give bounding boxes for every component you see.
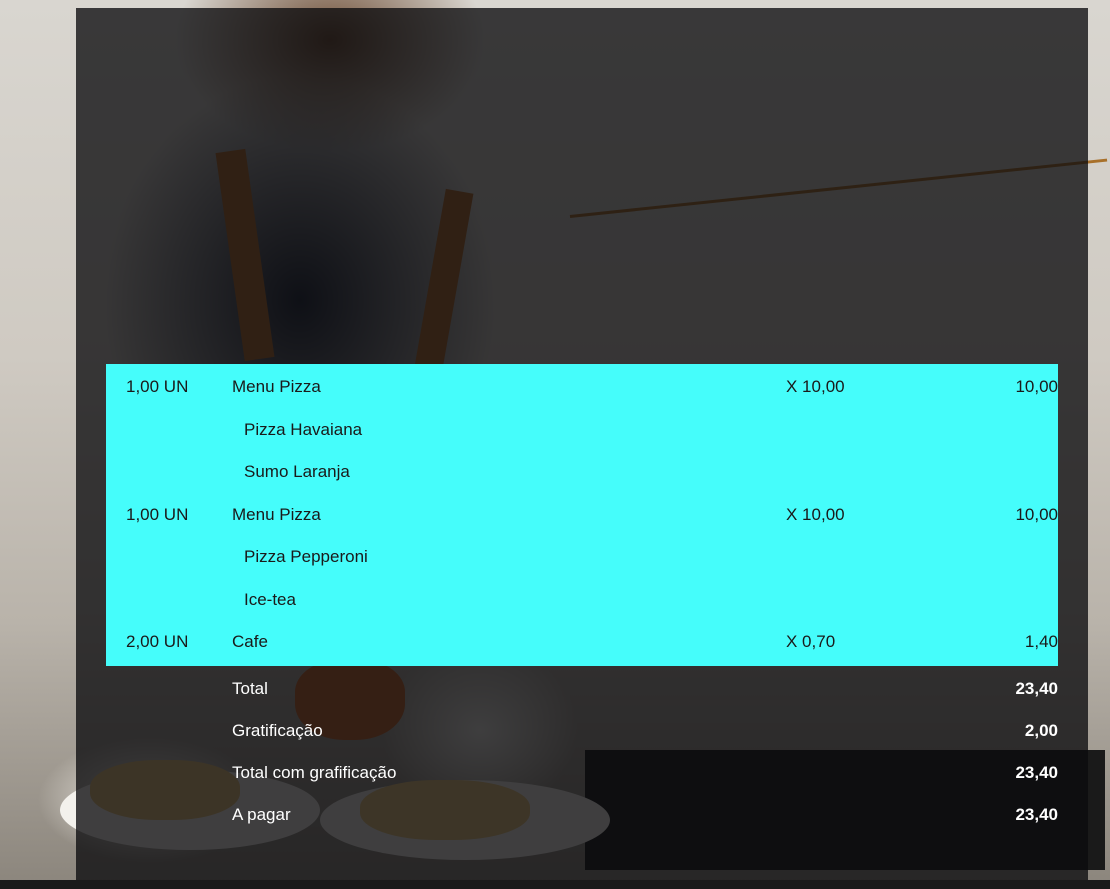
line-unit-price: X 10,00	[786, 504, 845, 524]
bottom-bar	[0, 880, 1110, 889]
receipt-summary: Total 23,40 Gratificação 2,00 Total com …	[106, 666, 1058, 836]
summary-label: Gratificação	[232, 720, 323, 740]
line-unit-price: X 10,00	[786, 377, 845, 396]
order-subitem: Pizza Havaiana	[106, 409, 1058, 452]
order-line[interactable]: 2,00 UN Cafe X 0,70 1,40	[106, 621, 1058, 664]
order-subitem: Sumo Laranja	[106, 451, 1058, 494]
line-unit-price: X 0,70	[786, 632, 836, 651]
order-line[interactable]: 1,00 UN Menu Pizza X 10,00 10,00	[106, 494, 1058, 537]
order-subitem: Ice-tea	[106, 579, 1058, 622]
order-subitem: Pizza Pepperoni	[106, 536, 1058, 579]
subitem-description: Pizza Pepperoni	[244, 547, 368, 566]
summary-value: 23,40	[1015, 804, 1058, 824]
order-items[interactable]: 1,00 UN Menu Pizza X 10,00 10,00 Pizza H…	[106, 364, 1058, 666]
subitem-description: Sumo Laranja	[244, 462, 350, 481]
order-line[interactable]: 1,00 UN Menu Pizza X 10,00 10,00	[106, 366, 1058, 409]
line-quantity: 1,00 UN	[126, 377, 189, 396]
summary-amount-due: A pagar 23,40	[106, 794, 1058, 836]
summary-label: Total com grafificação	[232, 762, 397, 782]
line-total: 10,00	[1015, 377, 1058, 396]
line-quantity: 1,00 UN	[126, 504, 189, 524]
summary-label: Total	[232, 678, 268, 698]
summary-value: 23,40	[1015, 762, 1058, 782]
summary-total: Total 23,40	[106, 668, 1058, 710]
subitem-description: Ice-tea	[244, 589, 296, 609]
summary-value: 2,00	[1024, 720, 1058, 740]
subitem-description: Pizza Havaiana	[244, 419, 363, 439]
summary-total-with-gratuity: Total com grafificação 23,40	[106, 752, 1058, 794]
line-description: Menu Pizza	[232, 504, 321, 524]
line-total: 1,40	[1024, 632, 1058, 651]
summary-value: 23,40	[1015, 678, 1058, 698]
receipt-panel: 1,00 UN Menu Pizza X 10,00 10,00 Pizza H…	[106, 364, 1058, 836]
summary-label: A pagar	[232, 804, 291, 824]
summary-gratuity: Gratificação 2,00	[106, 710, 1058, 752]
line-description: Cafe	[232, 632, 268, 651]
line-quantity: 2,00 UN	[126, 632, 189, 651]
line-description: Menu Pizza	[232, 377, 321, 396]
restaurant-screen: 1,00 UN Menu Pizza X 10,00 10,00 Pizza H…	[0, 0, 1110, 889]
line-total: 10,00	[1015, 504, 1058, 524]
